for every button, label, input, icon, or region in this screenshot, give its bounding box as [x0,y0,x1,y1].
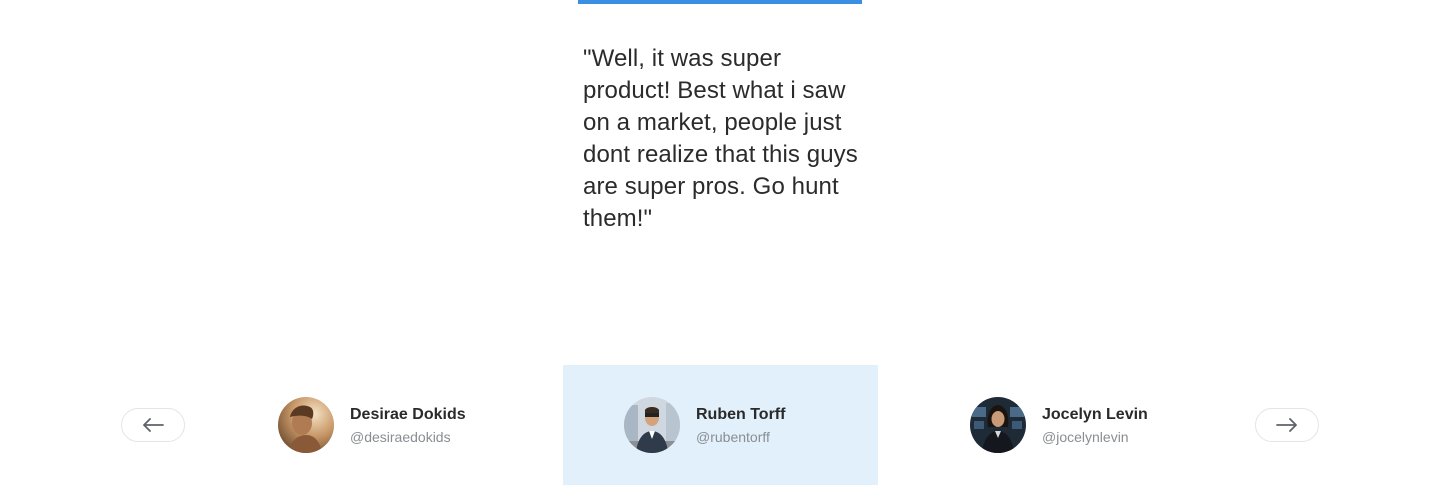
person-card-desirae[interactable]: Desirae Dokids @desiraedokids [217,365,532,485]
previous-button[interactable] [121,408,185,442]
person-name: Desirae Dokids [350,405,466,423]
next-button[interactable] [1255,408,1319,442]
person-handle: @jocelynlevin [1042,428,1129,445]
person-handle: @rubentorff [696,428,770,445]
person-name: Ruben Torff [696,405,786,423]
avatar [624,397,680,453]
person-name: Jocelyn Levin [1042,405,1148,423]
avatar [278,397,334,453]
person-handle: @desiraedokids [350,428,451,445]
testimonial-section: "Well, it was super product! Best what i… [0,0,1440,485]
person-card-ruben[interactable]: Ruben Torff @rubentorff [563,365,878,485]
avatar [970,397,1026,453]
testimonial-quote: "Well, it was super product! Best what i… [583,45,858,232]
arrow-left-icon [143,418,164,432]
active-indicator-bar [578,0,862,4]
arrow-right-icon [1276,418,1297,432]
person-card-jocelyn[interactable]: Jocelyn Levin @jocelynlevin [909,365,1224,485]
